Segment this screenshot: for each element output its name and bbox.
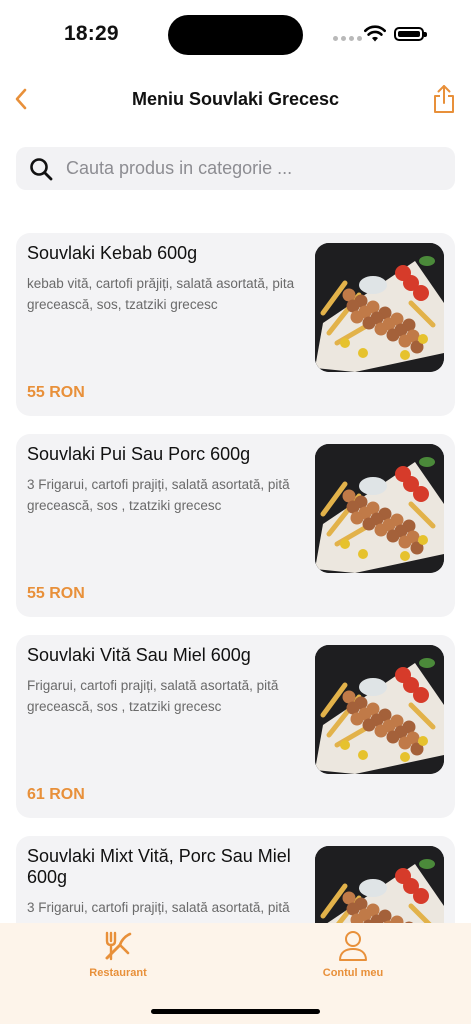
home-indicator <box>151 1009 320 1014</box>
product-description: 3 Frigarui, cartofi prajiți, salată asor… <box>27 900 290 923</box>
page-title: Meniu Souvlaki Grecesc <box>131 89 340 109</box>
product-image <box>315 243 444 372</box>
tab-label: Restaurant <box>89 967 147 979</box>
product-card[interactable]: Souvlaki Kebab 600g kebab vită, cartofi … <box>16 233 455 416</box>
status-time: 18:29 <box>64 22 119 45</box>
product-description: Frigarui, cartofi prajiți, salată asorta… <box>27 678 279 714</box>
product-description: 3 Frigarui, cartofi prajiți, salată asor… <box>27 477 290 513</box>
share-button[interactable] <box>428 82 460 116</box>
cellular-signal-icon <box>333 36 362 41</box>
product-list[interactable]: Souvlaki Kebab 600g kebab vită, cartofi … <box>16 233 455 923</box>
product-title: Souvlaki Pui Sau Porc 600g <box>27 444 251 464</box>
product-title: Souvlaki Mixt Vită, Porc Sau Miel 600g <box>27 846 291 887</box>
dynamic-island <box>168 15 303 55</box>
product-image <box>315 444 444 573</box>
share-icon <box>434 85 454 113</box>
product-description: kebab vită, cartofi prăjiți, salată asor… <box>27 276 295 312</box>
search-input[interactable] <box>66 158 455 179</box>
product-image <box>315 645 444 774</box>
search-bar[interactable] <box>16 147 455 190</box>
product-price: 61 RON <box>27 786 85 803</box>
product-card[interactable]: Souvlaki Mixt Vită, Porc Sau Miel 600g 3… <box>16 836 455 923</box>
product-image <box>315 846 444 923</box>
product-title: Souvlaki Kebab 600g <box>27 243 198 263</box>
utensils-icon <box>105 931 132 961</box>
status-bar: 18:29 <box>0 0 471 70</box>
tab-label: Contul meu <box>322 967 384 979</box>
tab-restaurant[interactable]: Restaurant <box>58 929 178 979</box>
product-price: 55 RON <box>27 585 85 602</box>
nav-bar: Meniu Souvlaki Grecesc <box>0 78 471 122</box>
search-icon <box>28 156 54 182</box>
battery-icon <box>394 27 427 41</box>
user-icon <box>339 931 367 961</box>
product-card[interactable]: Souvlaki Pui Sau Porc 600g 3 Frigarui, c… <box>16 434 455 617</box>
product-price: 55 RON <box>27 384 85 401</box>
wifi-icon <box>364 25 386 42</box>
product-card[interactable]: Souvlaki Vită Sau Miel 600g Frigarui, ca… <box>16 635 455 818</box>
tab-account[interactable]: Contul meu <box>293 929 413 979</box>
product-title: Souvlaki Vită Sau Miel 600g <box>27 645 251 665</box>
